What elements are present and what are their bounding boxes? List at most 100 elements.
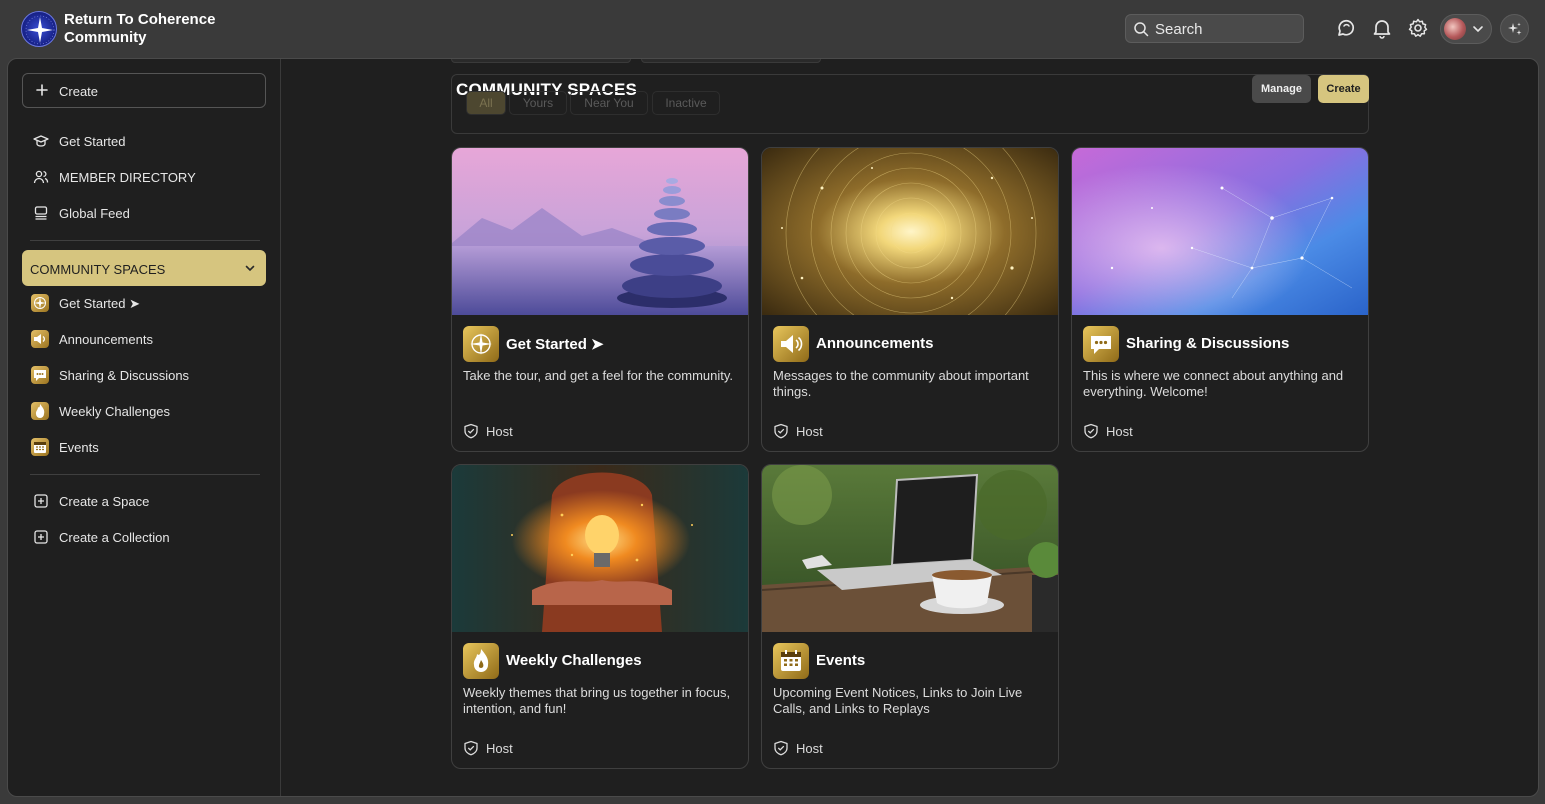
main-frame: Create Get Started MEMBER DIRECTORY Glob… bbox=[7, 58, 1539, 797]
card-description: Weekly themes that bring us together in … bbox=[463, 685, 731, 716]
create-space-button[interactable]: Create bbox=[1318, 75, 1369, 103]
sidebar-item-label: Get Started ➤ bbox=[59, 296, 140, 311]
card-title: Announcements bbox=[816, 335, 934, 352]
card-title: Events bbox=[816, 652, 866, 669]
shield-icon bbox=[774, 423, 788, 439]
sidebar-divider bbox=[30, 474, 260, 475]
sidebar: Create Get Started MEMBER DIRECTORY Glob… bbox=[8, 59, 281, 796]
card-role-label: Host bbox=[1106, 424, 1133, 439]
card-description: Upcoming Event Notices, Links to Join Li… bbox=[773, 685, 1023, 716]
community-logo[interactable] bbox=[21, 11, 57, 47]
speech-bubble-icon bbox=[31, 366, 49, 384]
sidebar-item-member-directory[interactable]: MEMBER DIRECTORY bbox=[30, 163, 266, 191]
space-card-get-started[interactable]: Get Started ➤ Take the tour, and get a f… bbox=[451, 147, 749, 452]
card-title: Sharing & Discussions bbox=[1126, 335, 1290, 352]
sidebar-space-announcements[interactable]: Announcements bbox=[30, 325, 266, 353]
community-spaces-section-label: COMMUNITY SPACES bbox=[30, 262, 166, 277]
space-card-announcements[interactable]: Announcements Messages to the community … bbox=[761, 147, 1059, 452]
speech-bubble-icon bbox=[1083, 326, 1119, 362]
compass-icon bbox=[463, 326, 499, 362]
spaces-header: COMMUNITY SPACES All Yours Near You Inac… bbox=[451, 74, 1369, 134]
create-collection-link[interactable]: Create a Collection bbox=[30, 523, 266, 551]
shield-icon bbox=[464, 423, 478, 439]
community-name[interactable]: Return To Coherence Community bbox=[64, 11, 244, 47]
sidebar-space-sharing-discussions[interactable]: Sharing & Discussions bbox=[30, 361, 266, 389]
community-spaces-section-toggle[interactable]: COMMUNITY SPACES bbox=[22, 250, 266, 286]
avatar bbox=[1444, 18, 1466, 40]
plus-icon bbox=[36, 84, 48, 96]
calendar-icon bbox=[773, 643, 809, 679]
flame-icon bbox=[463, 643, 499, 679]
sidebar-item-label: Announcements bbox=[59, 332, 153, 347]
chat-icon[interactable] bbox=[1335, 17, 1357, 39]
create-space-link[interactable]: Create a Space bbox=[30, 487, 266, 515]
calendar-icon bbox=[31, 438, 49, 456]
sidebar-item-label: Sharing & Discussions bbox=[59, 368, 190, 383]
sidebar-divider bbox=[30, 240, 260, 241]
sidebar-space-events[interactable]: Events bbox=[30, 433, 266, 461]
megaphone-icon bbox=[31, 330, 49, 348]
shield-icon bbox=[464, 740, 478, 756]
card-image-lightbulb-hands bbox=[452, 465, 748, 632]
card-image-laptop-coffee bbox=[762, 465, 1058, 632]
sidebar-item-global-feed[interactable]: Global Feed bbox=[30, 199, 266, 227]
sidebar-item-label: Global Feed bbox=[59, 206, 130, 221]
card-role-label: Host bbox=[486, 741, 513, 756]
top-bar: Return To Coherence Community Search bbox=[0, 0, 1545, 58]
community-name-line1: Return To Coherence bbox=[64, 11, 216, 28]
sidebar-item-label: Create a Space bbox=[59, 494, 150, 509]
shield-icon bbox=[1084, 423, 1098, 439]
create-button[interactable]: Create bbox=[22, 73, 266, 108]
people-icon bbox=[33, 170, 49, 184]
search-icon bbox=[1134, 22, 1149, 37]
scrolled-tab-remnant bbox=[451, 59, 631, 63]
sidebar-item-label: MEMBER DIRECTORY bbox=[59, 170, 196, 185]
user-menu-button[interactable] bbox=[1440, 14, 1492, 44]
search-placeholder: Search bbox=[1155, 21, 1203, 38]
card-image-cosmic-network bbox=[1072, 148, 1368, 315]
feed-icon bbox=[34, 206, 48, 220]
space-card-sharing-discussions[interactable]: Sharing & Discussions This is where we c… bbox=[1071, 147, 1369, 452]
gear-icon[interactable] bbox=[1407, 17, 1429, 39]
filter-inactive[interactable]: Inactive bbox=[652, 91, 720, 115]
community-name-line2: Community bbox=[64, 29, 147, 46]
sidebar-item-label: Weekly Challenges bbox=[59, 404, 171, 419]
chevron-down-icon bbox=[245, 265, 255, 272]
create-button-label: Create bbox=[59, 84, 99, 99]
search-input[interactable]: Search bbox=[1125, 14, 1304, 43]
sidebar-space-weekly-challenges[interactable]: Weekly Challenges bbox=[30, 397, 266, 425]
manage-button[interactable]: Manage bbox=[1252, 75, 1311, 103]
sparkle-icon bbox=[1508, 22, 1522, 35]
shield-icon bbox=[774, 740, 788, 756]
graduation-cap-icon bbox=[33, 135, 49, 147]
plus-square-icon bbox=[34, 494, 48, 508]
filter-yours[interactable]: Yours bbox=[509, 91, 567, 115]
card-role-label: Host bbox=[796, 741, 823, 756]
filter-all[interactable]: All bbox=[466, 91, 506, 115]
sidebar-item-label: Events bbox=[59, 440, 99, 455]
plus-square-icon bbox=[34, 530, 48, 544]
bell-icon[interactable] bbox=[1371, 17, 1393, 39]
scrolled-tab-remnant bbox=[641, 59, 821, 63]
card-description: Messages to the community about importan… bbox=[773, 368, 1029, 399]
card-image-stones bbox=[452, 148, 748, 315]
filter-near-you[interactable]: Near You bbox=[570, 91, 648, 115]
card-role-label: Host bbox=[486, 424, 513, 439]
ai-assistant-button[interactable] bbox=[1500, 14, 1529, 43]
space-card-events[interactable]: Events Upcoming Event Notices, Links to … bbox=[761, 464, 1059, 769]
chevron-down-icon bbox=[1473, 26, 1483, 33]
main-content: COMMUNITY SPACES All Yours Near You Inac… bbox=[281, 59, 1538, 796]
sidebar-item-get-started[interactable]: Get Started bbox=[30, 127, 266, 155]
compass-icon bbox=[31, 294, 49, 312]
card-description: Take the tour, and get a feel for the co… bbox=[463, 368, 734, 383]
card-title: Get Started ➤ bbox=[506, 336, 604, 353]
sidebar-space-get-started[interactable]: Get Started ➤ bbox=[30, 289, 266, 317]
card-title: Weekly Challenges bbox=[506, 652, 642, 669]
flame-icon bbox=[31, 402, 49, 420]
card-description: This is where we connect about anything … bbox=[1083, 368, 1344, 399]
card-role-label: Host bbox=[796, 424, 823, 439]
card-image-golden-rings bbox=[762, 148, 1058, 315]
sidebar-item-label: Get Started bbox=[59, 134, 126, 149]
space-card-weekly-challenges[interactable]: Weekly Challenges Weekly themes that bri… bbox=[451, 464, 749, 769]
megaphone-icon bbox=[773, 326, 809, 362]
